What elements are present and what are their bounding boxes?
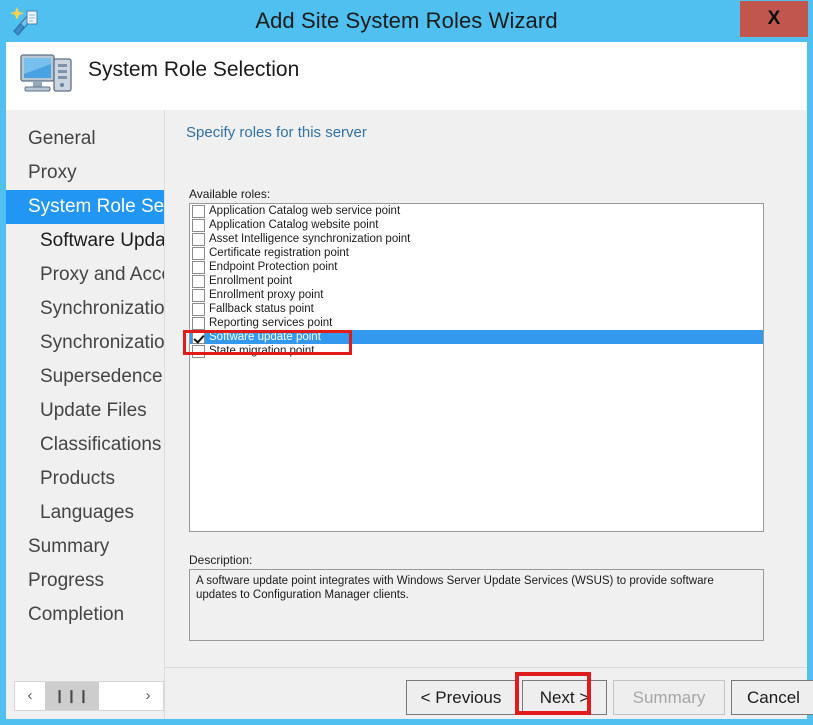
role-label: Software update point bbox=[209, 331, 321, 343]
role-label: Reporting services point bbox=[209, 317, 333, 329]
sidebar-item-completion[interactable]: Completion bbox=[6, 598, 164, 632]
sidebar-item-software-update-point[interactable]: Software Update Point bbox=[6, 224, 164, 258]
available-roles-listbox[interactable]: Application Catalog web service point App… bbox=[189, 203, 764, 532]
available-roles-label: Available roles: bbox=[189, 187, 271, 201]
previous-button[interactable]: < Previous bbox=[406, 680, 516, 715]
body-area: GeneralProxySystem Role SelectionSoftwar… bbox=[6, 110, 813, 719]
footer-button-bar: < Previous Next > Summary Cancel bbox=[165, 668, 813, 719]
next-button[interactable]: Next > bbox=[522, 680, 607, 715]
checkbox-unchecked-icon[interactable] bbox=[192, 218, 205, 232]
title-bar: Add Site System Roles Wizard X bbox=[0, 0, 813, 42]
role-label: Certificate registration point bbox=[209, 247, 349, 259]
checkbox-unchecked-icon[interactable] bbox=[192, 204, 205, 218]
role-list-item[interactable]: Fallback status point bbox=[190, 302, 763, 316]
role-label: Enrollment proxy point bbox=[209, 289, 324, 301]
role-label: Endpoint Protection point bbox=[209, 261, 338, 273]
scroll-right-arrow-icon[interactable]: › bbox=[133, 682, 163, 710]
checkbox-unchecked-icon[interactable] bbox=[192, 246, 205, 260]
description-text: A software update point integrates with … bbox=[189, 569, 764, 641]
sidebar-horizontal-scrollbar[interactable]: ‹ ❙❙❙ › bbox=[14, 681, 164, 711]
role-label: Asset Intelligence synchronization point bbox=[209, 233, 411, 245]
checkbox-unchecked-icon[interactable] bbox=[192, 344, 205, 358]
instruction-text: Specify roles for this server bbox=[186, 124, 367, 141]
checkbox-unchecked-icon[interactable] bbox=[192, 302, 205, 316]
sidebar-item-summary[interactable]: Summary bbox=[6, 530, 164, 564]
role-list-item[interactable]: Reporting services point bbox=[190, 316, 763, 330]
role-label: Application Catalog website point bbox=[209, 219, 379, 231]
checkbox-unchecked-icon[interactable] bbox=[192, 288, 205, 302]
role-list-item[interactable]: Certificate registration point bbox=[190, 246, 763, 260]
role-list-item[interactable]: Endpoint Protection point bbox=[190, 260, 763, 274]
checkbox-checked-icon[interactable] bbox=[192, 330, 205, 344]
sidebar-item-products[interactable]: Products bbox=[6, 462, 164, 496]
page-header: System Role Selection bbox=[6, 42, 807, 110]
sidebar-item-classifications[interactable]: Classifications bbox=[6, 428, 164, 462]
sidebar-item-general[interactable]: General bbox=[6, 122, 164, 156]
scrollbar-track[interactable] bbox=[99, 682, 133, 710]
role-label: Enrollment point bbox=[209, 275, 293, 287]
main-panel: Specify roles for this server Available … bbox=[165, 110, 813, 719]
role-label: Application Catalog web service point bbox=[209, 205, 401, 217]
role-list-item[interactable]: Enrollment point bbox=[190, 274, 763, 288]
role-list-item[interactable]: Application Catalog website point bbox=[190, 218, 763, 232]
role-list-item[interactable]: Enrollment proxy point bbox=[190, 288, 763, 302]
close-icon[interactable]: X bbox=[740, 1, 808, 37]
sidebar-item-system-role-selection[interactable]: System Role Selection bbox=[6, 190, 164, 224]
description-label: Description: bbox=[189, 553, 253, 567]
sidebar-item-synchronization-source[interactable]: Synchronization Source bbox=[6, 292, 164, 326]
sidebar-item-supersedence-rules[interactable]: Supersedence Rules bbox=[6, 360, 164, 394]
cancel-button[interactable]: Cancel bbox=[731, 680, 813, 715]
checkbox-unchecked-icon[interactable] bbox=[192, 260, 205, 274]
summary-button: Summary bbox=[613, 680, 725, 715]
role-list-item[interactable]: State migration point bbox=[190, 344, 763, 358]
wizard-step-sidebar: GeneralProxySystem Role SelectionSoftwar… bbox=[6, 110, 165, 719]
checkbox-unchecked-icon[interactable] bbox=[192, 232, 205, 246]
sidebar-item-proxy-and-account-settings[interactable]: Proxy and Account Settings bbox=[6, 258, 164, 292]
sidebar-step-list: GeneralProxySystem Role SelectionSoftwar… bbox=[6, 122, 164, 632]
sidebar-item-update-files[interactable]: Update Files bbox=[6, 394, 164, 428]
role-list-item[interactable]: Asset Intelligence synchronization point bbox=[190, 232, 763, 246]
sidebar-item-progress[interactable]: Progress bbox=[6, 564, 164, 598]
window-title: Add Site System Roles Wizard bbox=[255, 8, 558, 33]
scrollbar-thumb[interactable]: ❙❙❙ bbox=[45, 682, 99, 710]
page-title: System Role Selection bbox=[88, 58, 300, 81]
role-label: State migration point bbox=[209, 345, 315, 357]
computer-icon bbox=[18, 50, 76, 102]
sidebar-item-synchronization-schedule[interactable]: Synchronization Schedule bbox=[6, 326, 164, 360]
checkbox-unchecked-icon[interactable] bbox=[192, 316, 205, 330]
sidebar-item-languages[interactable]: Languages bbox=[6, 496, 164, 530]
checkbox-unchecked-icon[interactable] bbox=[192, 274, 205, 288]
scroll-left-arrow-icon[interactable]: ‹ bbox=[15, 682, 45, 710]
wizard-window: Add Site System Roles Wizard X System Ro… bbox=[0, 0, 813, 725]
role-label: Fallback status point bbox=[209, 303, 314, 315]
sidebar-item-proxy[interactable]: Proxy bbox=[6, 156, 164, 190]
role-list-item[interactable]: Application Catalog web service point bbox=[190, 204, 763, 218]
role-list-item[interactable]: Software update point bbox=[190, 330, 763, 344]
